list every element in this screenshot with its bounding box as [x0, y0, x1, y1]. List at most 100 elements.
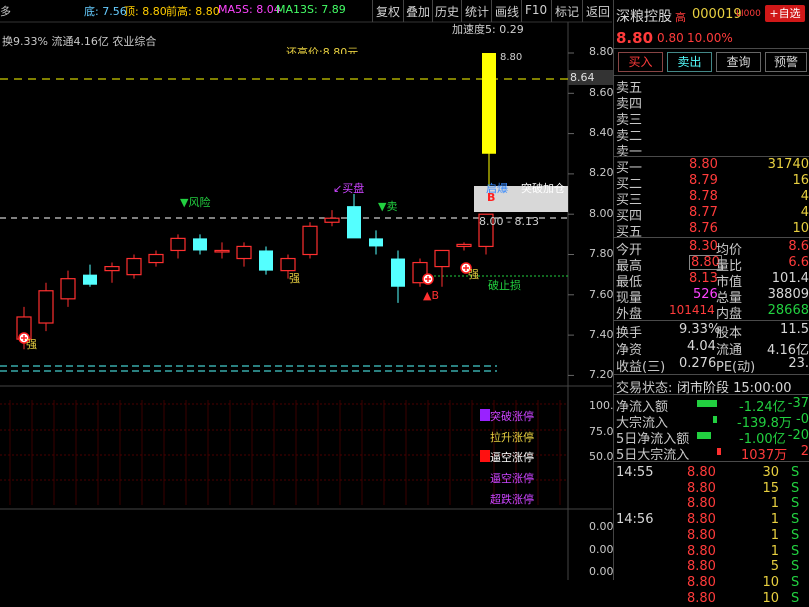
- axis-label: 8.80: [589, 45, 614, 58]
- alert-button[interactable]: 预警: [765, 52, 807, 72]
- mark-button[interactable]: 标记: [555, 3, 579, 20]
- market-label: LI000: [736, 9, 761, 19]
- ma5s: MA5S: 8.04: [218, 3, 281, 16]
- buy4-volume: 4: [800, 205, 809, 220]
- bottom-axis-label: 0.00: [589, 520, 614, 533]
- ma-top: 顶: 8.80: [124, 5, 167, 18]
- candle-body: [193, 238, 207, 251]
- buy1-price: 8.80: [689, 157, 718, 172]
- tick-row: 8.80 1 S: [613, 544, 809, 560]
- legend-item: 逼空涨停: [490, 472, 534, 485]
- outer-value: 101414: [669, 303, 715, 317]
- query-button[interactable]: 查询: [716, 52, 761, 72]
- candle-body: [369, 238, 383, 247]
- tick-direction: S: [791, 559, 800, 575]
- f10-button[interactable]: F10: [525, 3, 547, 17]
- risk-signal: ▼风险: [180, 196, 211, 209]
- buy1-row: 买一 8.80 31740: [613, 157, 809, 176]
- tick-row: 14:55 8.80 30 S: [613, 465, 809, 481]
- current-price-tag: 8.64: [568, 70, 614, 85]
- pe-value: 23.: [788, 356, 809, 371]
- buy1-volume: 31740: [767, 157, 809, 172]
- tick-volume: 30: [762, 465, 779, 480]
- tick-direction: S: [791, 512, 800, 528]
- flow-bar: [697, 432, 711, 439]
- tick-price: 8.80: [687, 574, 716, 590]
- more-label[interactable]: 多: [0, 3, 11, 19]
- ma13s: MA13S: 7.89: [276, 3, 346, 16]
- tick-volume: 1: [770, 512, 779, 528]
- buy4-price: 8.77: [689, 205, 718, 220]
- price-change: 0.80: [657, 31, 684, 45]
- buy5-volume: 10: [792, 221, 809, 236]
- nav-value: 4.04: [687, 339, 716, 354]
- total-vol-value: 38809: [767, 287, 809, 302]
- candle-body: [60, 278, 76, 300]
- buy3-price: 8.78: [689, 189, 718, 204]
- overlay-button[interactable]: 叠加: [406, 3, 430, 20]
- tick-direction: S: [791, 480, 800, 496]
- flow-bar: [697, 400, 717, 407]
- sell-signal: ▼卖: [378, 200, 398, 213]
- buy2-price: 8.79: [689, 173, 718, 188]
- back-button[interactable]: 返回: [586, 3, 610, 20]
- candle-body: [347, 206, 361, 239]
- top-price-note: 8.80: [500, 52, 523, 63]
- tick-direction: S: [791, 527, 800, 543]
- tick-row: 8.80 1 S: [613, 496, 809, 512]
- shares-value: 11.5: [780, 322, 809, 337]
- eps-value: 0.276: [679, 356, 717, 371]
- avg-value: 8.6: [788, 239, 809, 254]
- buy5-row: 买五 8.76 10: [613, 221, 809, 240]
- strong-signal: 强: [468, 268, 479, 281]
- tick-volume: 5: [770, 559, 779, 575]
- breakout-label: 突破加仓: [521, 182, 565, 195]
- pe-label: PE(动): [716, 360, 756, 375]
- buy-button[interactable]: 买入: [618, 52, 663, 72]
- open-value: 8.30: [689, 239, 718, 254]
- eps-label: 收益(三): [616, 360, 666, 375]
- candle-body: [456, 243, 472, 248]
- legend-swatch: [480, 409, 490, 421]
- tick-direction: S: [791, 590, 800, 606]
- draw-button[interactable]: 画线: [495, 3, 519, 20]
- acceleration-label: 加速度5: 0.29: [452, 23, 524, 36]
- axis-label: 8.20: [589, 166, 614, 179]
- tick-time: 14:55: [616, 465, 654, 480]
- stock-name: 深粮控股: [616, 9, 672, 25]
- stock-tag: 高: [675, 11, 686, 24]
- tick-price: 8.80: [687, 559, 716, 575]
- history-button[interactable]: 历史: [435, 3, 459, 20]
- tick-row: 8.80 1 S: [613, 528, 809, 544]
- tick-volume: 1: [770, 543, 779, 559]
- buy2-row: 买二 8.79 16: [613, 173, 809, 192]
- legend-item: 拉升涨停: [490, 431, 534, 444]
- tick-volume: 1: [770, 496, 779, 512]
- axis-label: 7.40: [589, 328, 614, 341]
- legend-item: 逼空涨停: [490, 451, 534, 464]
- indicator-axis-label: 75.0: [589, 425, 614, 438]
- tick-row: 8.80 15 S: [613, 481, 809, 497]
- tick-price: 8.80: [687, 512, 716, 528]
- candle-body: [391, 258, 405, 287]
- stock-code: 000019: [692, 7, 742, 22]
- tick-row: 8.80 5 S: [613, 559, 809, 575]
- sell-button[interactable]: 卖出: [667, 52, 712, 72]
- b-marker-small: ▲B: [423, 289, 440, 302]
- add-watchlist-button[interactable]: +自选: [765, 5, 805, 22]
- buy2-volume: 16: [792, 173, 809, 188]
- candle-body: [83, 274, 97, 285]
- tick-price: 8.80: [687, 543, 716, 559]
- tick-price: 8.80: [687, 480, 716, 496]
- stats-button[interactable]: 统计: [465, 3, 489, 20]
- mktcap-value: 101.4: [771, 271, 809, 286]
- fuquan-button[interactable]: 复权: [376, 3, 400, 20]
- candle-body: [324, 217, 340, 223]
- range-label: 8.00 - 8.13: [479, 215, 539, 228]
- tick-direction: S: [791, 574, 800, 590]
- strong-signal: 强: [289, 272, 300, 285]
- candle-body: [302, 225, 318, 256]
- net-inflow-pct: -37: [787, 396, 809, 411]
- candle-body: [170, 237, 186, 252]
- chart-toolbar: 多 底: 7.56 顶: 8.80 前高: 8.80 MA5S: 8.04 MA…: [0, 0, 612, 22]
